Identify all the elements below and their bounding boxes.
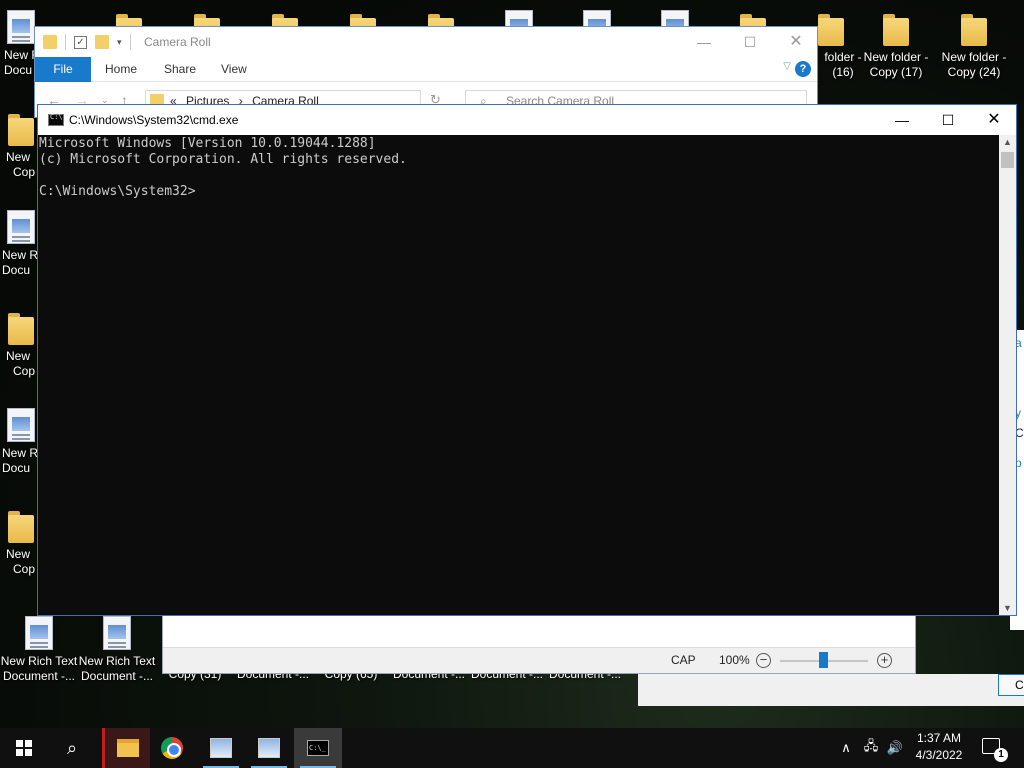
document-icon (7, 10, 35, 44)
zoom-slider-thumb[interactable] (819, 652, 828, 668)
clock[interactable]: 1:37 AM 4/3/2022 (908, 730, 970, 764)
network-icon[interactable]: 🖧 (860, 728, 882, 768)
window-title: Camera Roll (144, 35, 211, 49)
tab-share[interactable]: Share (164, 57, 196, 82)
show-hidden-icons-chevron-icon[interactable]: ∧ (836, 728, 856, 768)
cmd-icon[interactable] (48, 113, 64, 126)
cmd-icon: C:\_ (307, 740, 329, 756)
minimize-button[interactable]: — (879, 105, 925, 135)
taskbar-paint[interactable] (197, 728, 245, 768)
separator (129, 34, 131, 50)
separator (65, 34, 66, 50)
icon-label: New Rich Text (78, 654, 156, 668)
file-explorer-icon (116, 739, 139, 757)
expand-ribbon-icon[interactable]: ▽ (783, 61, 791, 72)
close-button[interactable]: ✕ (971, 105, 1017, 135)
background-dialog-button[interactable]: C (998, 674, 1024, 696)
maximize-button[interactable]: ☐ (727, 27, 773, 57)
background-dialog-panel (638, 674, 1024, 706)
taskbar-file-explorer[interactable] (102, 728, 150, 768)
minimize-button[interactable]: — (681, 27, 727, 57)
taskbar-cmd[interactable]: C:\_ (294, 728, 342, 768)
start-button[interactable] (0, 728, 48, 768)
search-button[interactable]: ⌕ (48, 728, 96, 768)
document-icon (25, 616, 53, 650)
explorer-titlebar[interactable]: ✓ ▾ Camera Roll — ☐ ✕ (35, 27, 817, 57)
zoom-level[interactable]: 100% (719, 653, 750, 667)
desktop-rich-text-doc[interactable]: New Rich Text Document -... (0, 616, 78, 684)
icon-label: Document -... (80, 669, 154, 683)
cmd-titlebar[interactable]: C:\Windows\System32\cmd.exe — ☐ ✕ (38, 105, 1016, 135)
cmd-window: C:\Windows\System32\cmd.exe — ☐ ✕ Micros… (37, 104, 1017, 616)
window-title: C:\Windows\System32\cmd.exe (69, 113, 239, 127)
icon-label: New Rich Text (0, 654, 78, 668)
status-bar: CAP 100% − + (163, 647, 915, 673)
document-icon (7, 408, 35, 442)
tab-view[interactable]: View (221, 57, 247, 82)
search-icon: ⌕ (66, 737, 78, 758)
clock-date: 4/3/2022 (915, 748, 963, 762)
scrollbar-thumb[interactable] (1001, 152, 1014, 168)
taskbar-chrome[interactable] (148, 728, 196, 768)
close-button[interactable]: ✕ (773, 27, 819, 57)
document-icon (7, 210, 35, 244)
paint-icon (210, 738, 232, 758)
icon-label: Copy (24) (947, 65, 1001, 79)
ribbon-tabs: File Home Share View ▽ ? (35, 57, 817, 82)
document-icon (103, 616, 131, 650)
vertical-scrollbar[interactable]: ▲ ▼ (999, 135, 1016, 615)
maximize-button[interactable]: ☐ (925, 105, 971, 135)
desktop-folder-copy-17[interactable]: New folder - Copy (17) (857, 10, 935, 80)
properties-icon[interactable]: ✓ (74, 35, 87, 49)
folder-icon (959, 10, 989, 46)
customize-toolbar-icon[interactable]: ▾ (117, 37, 122, 48)
folder-icon (6, 507, 36, 543)
console-line: (c) Microsoft Corporation. All rights re… (39, 152, 407, 167)
quick-access-toolbar: ✓ ▾ (43, 34, 131, 50)
taskbar: ⌕ C:\_ ∧ 🖧 🔊 1:37 AM 4/3/2022 1 (0, 728, 1024, 768)
scroll-down-icon[interactable]: ▼ (999, 603, 1016, 613)
desktop-folder-copy-24[interactable]: New folder - Copy (24) (935, 10, 1013, 80)
help-icon[interactable]: ? (795, 61, 811, 77)
icon-label: Document -... (2, 669, 76, 683)
tab-file[interactable]: File (35, 57, 91, 82)
new-folder-icon[interactable] (95, 35, 109, 49)
folder-icon (43, 35, 57, 49)
windows-logo-icon (16, 740, 32, 756)
folder-icon (6, 309, 36, 345)
volume-icon[interactable]: 🔊 (884, 728, 906, 768)
zoom-in-button[interactable]: + (877, 653, 892, 668)
folder-icon (6, 110, 36, 146)
chrome-icon (161, 737, 183, 759)
console-output[interactable]: Microsoft Windows [Version 10.0.19044.12… (39, 135, 999, 615)
icon-label: New folder - (941, 50, 1007, 64)
scroll-up-icon[interactable]: ▲ (999, 137, 1016, 147)
icon-label: New folder - (863, 50, 929, 64)
desktop-rich-text-doc[interactable]: New Rich Text Document -... (78, 616, 156, 684)
zoom-out-button[interactable]: − (756, 653, 771, 668)
caps-lock-indicator: CAP (671, 653, 696, 667)
folder-icon (816, 10, 846, 46)
icon-label: Copy (17) (869, 65, 923, 79)
folder-icon (881, 10, 911, 46)
console-line: Microsoft Windows [Version 10.0.19044.12… (39, 136, 376, 151)
console-prompt: C:\Windows\System32> (39, 184, 196, 199)
clock-time: 1:37 AM (916, 731, 962, 745)
background-app-window: CAP 100% − + (162, 612, 916, 674)
photos-icon (258, 738, 280, 758)
tab-home[interactable]: Home (105, 57, 137, 82)
taskbar-photos[interactable] (245, 728, 293, 768)
notification-badge: 1 (994, 748, 1008, 762)
